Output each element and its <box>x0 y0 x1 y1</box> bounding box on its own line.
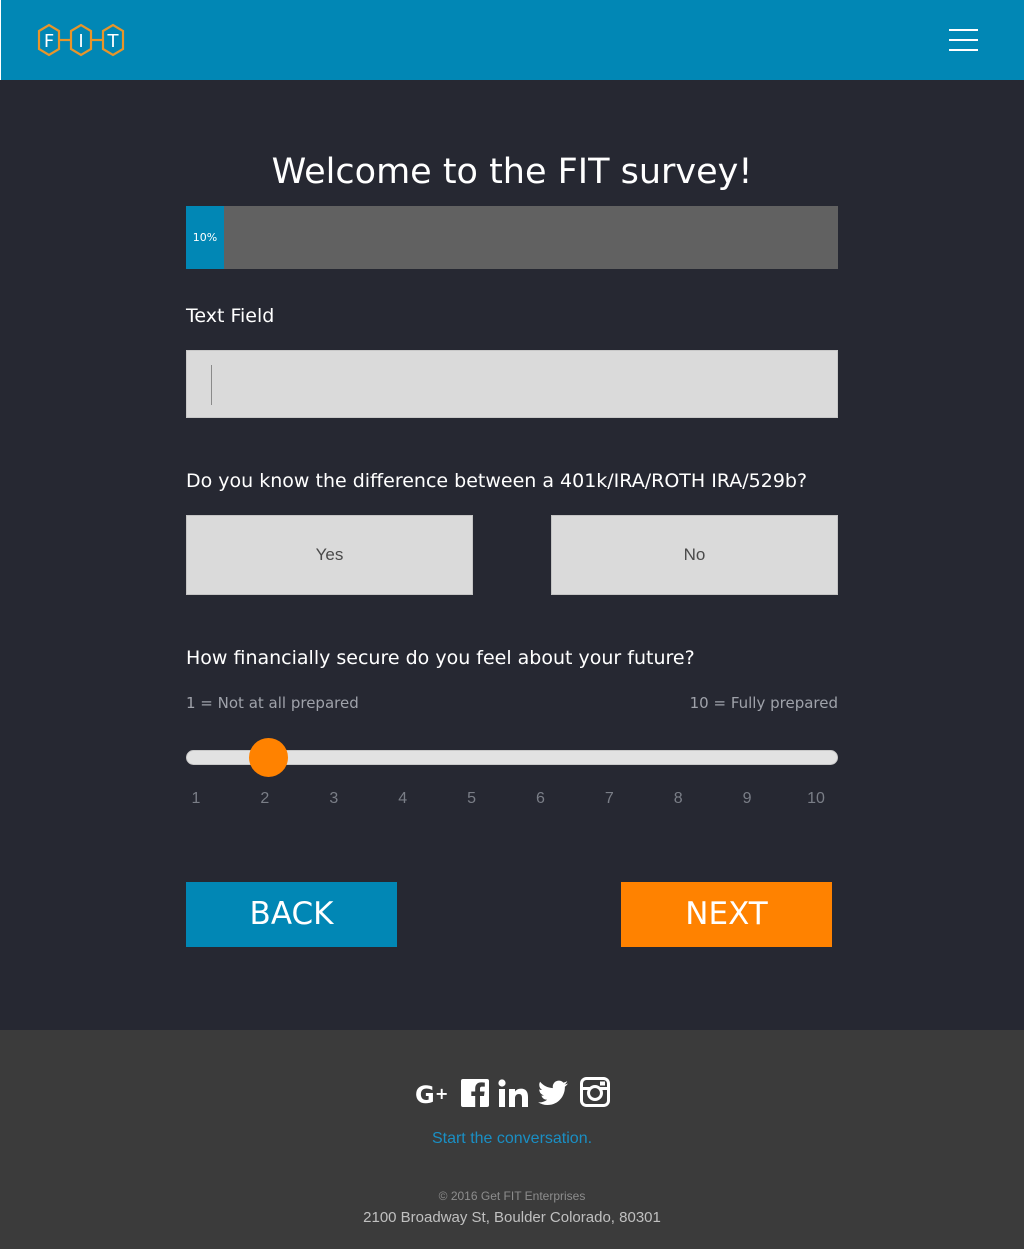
scale-tick-label[interactable]: 8 <box>663 789 693 809</box>
page-title: Welcome to the FIT survey! <box>271 152 753 192</box>
scale-question-label: How financially secure do you feel about… <box>186 647 695 669</box>
logo-letter: F <box>44 31 54 52</box>
svg-text:+: + <box>435 1084 448 1103</box>
survey-progress-bar: 10% <box>186 206 838 269</box>
scale-tick-label[interactable]: 5 <box>457 789 487 809</box>
scale-tick-label[interactable]: 9 <box>732 789 762 809</box>
menu-bar <box>949 49 978 51</box>
logo-letter: T <box>107 31 120 52</box>
text-field-label: Text Field <box>186 305 275 327</box>
yes-button[interactable]: Yes <box>186 515 473 595</box>
scale-tick-label[interactable]: 4 <box>388 789 418 809</box>
instagram-icon[interactable] <box>580 1077 610 1109</box>
next-button[interactable]: NEXT <box>621 882 832 947</box>
scale-slider-thumb[interactable] <box>248 738 288 777</box>
scale-tick-label[interactable]: 2 <box>250 789 280 809</box>
progress-label: 10% <box>192 231 218 244</box>
logo-letter: I <box>78 31 83 52</box>
top-nav-bar: F I T <box>0 0 1024 80</box>
scale-min-hint: 1 = Not at all prepared <box>186 694 359 712</box>
scale-tick-label[interactable]: 6 <box>525 789 555 809</box>
back-button[interactable]: BACK <box>186 882 397 947</box>
yes-no-question-label: Do you know the difference between a 401… <box>186 470 808 492</box>
scale-max-hint: 10 = Fully prepared <box>689 694 838 712</box>
text-cursor <box>211 365 212 405</box>
menu-bar <box>949 39 978 41</box>
fit-logo[interactable]: F I T <box>32 20 130 60</box>
scale-tick-label[interactable]: 1 <box>181 789 211 809</box>
scale-tick-label[interactable]: 3 <box>319 789 349 809</box>
twitter-icon[interactable] <box>538 1080 568 1112</box>
facebook-icon[interactable] <box>461 1079 489 1111</box>
svg-text:G: G <box>415 1081 435 1108</box>
text-field-input[interactable] <box>186 350 838 418</box>
copyright-text: © 2016 Get FIT Enterprises <box>438 1189 586 1203</box>
hamburger-menu-icon[interactable] <box>947 26 981 54</box>
scale-tick-label[interactable]: 10 <box>801 789 831 809</box>
start-conversation-link[interactable]: Start the conversation. <box>0 1129 1024 1149</box>
no-button[interactable]: No <box>551 515 838 595</box>
menu-bar <box>949 29 978 31</box>
hexagon-logo-icon: F I T <box>37 23 125 57</box>
linkedin-icon[interactable] <box>498 1079 530 1111</box>
scale-tick-label[interactable]: 7 <box>594 789 624 809</box>
google-plus-icon[interactable]: G + <box>415 1080 451 1112</box>
address-text: 2100 Broadway St, Boulder Colorado, 8030… <box>363 1209 661 1226</box>
